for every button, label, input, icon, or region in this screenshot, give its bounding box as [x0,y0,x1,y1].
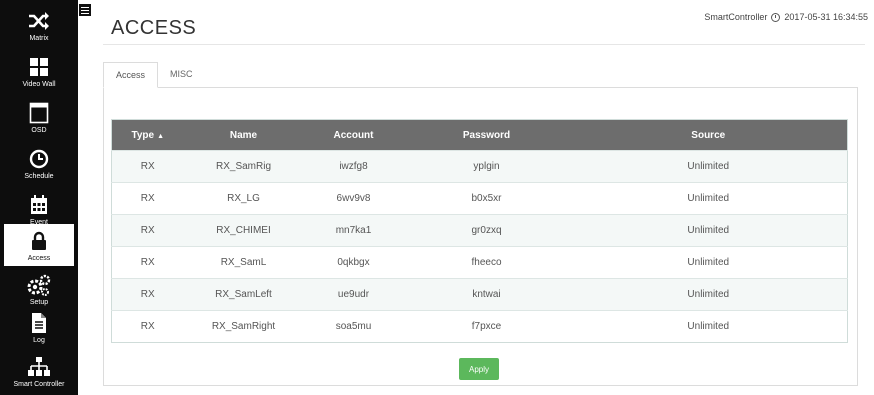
cell-password: fheeco [403,246,570,279]
gears-icon [27,273,51,297]
sidebar-item-label: Log [33,336,45,344]
sidebar-item-video-wall[interactable]: Video Wall [0,48,78,94]
divider [103,44,865,45]
cell-type: RX [111,150,184,183]
cell-account: ue9udr [303,278,404,311]
cell-name: RX_SamLeft [183,278,304,311]
cell-source: Unlimited [569,150,848,183]
sidebar-item-log[interactable]: Log [0,304,78,350]
table-row[interactable]: RX RX_SamLeft ue9udr kntwai Unlimited [111,278,848,311]
cell-password: gr0zxq [403,214,570,247]
clock-icon [27,147,51,171]
table-header-row: Type ▲ Name Account Password Source [111,119,848,151]
cell-type: RX [111,182,184,215]
clock-icon [771,12,781,22]
sidebar-item-label: Schedule [24,172,54,180]
access-table: Type ▲ Name Account Password Source RX RX… [111,119,848,343]
calendar-icon [27,193,51,217]
cell-name: RX_CHIMEI [183,214,304,247]
window-icon [27,101,51,125]
table-row[interactable]: RX RX_LG 6wv9v8 b0x5xr Unlimited [111,182,848,215]
column-header-name[interactable]: Name [183,119,304,151]
sidebar-item-label: OSD [31,126,47,134]
column-header-source[interactable]: Source [569,119,848,151]
table-row[interactable]: RX RX_SamL 0qkbgx fheeco Unlimited [111,246,848,279]
cell-account: soa5mu [303,310,404,343]
cell-source: Unlimited [569,182,848,215]
header-status: SmartController 2017-05-31 16:34:55 [704,12,868,22]
table-row[interactable]: RX RX_CHIMEI mn7ka1 gr0zxq Unlimited [111,214,848,247]
column-header-type[interactable]: Type ▲ [111,119,184,151]
cell-type: RX [111,214,184,247]
cell-name: RX_SamL [183,246,304,279]
device-name: SmartController [704,12,768,22]
cell-source: Unlimited [569,310,848,343]
cell-name: RX_SamRig [183,150,304,183]
table-row[interactable]: RX RX_SamRig iwzfg8 yplgin Unlimited [111,150,848,183]
shuffle-icon [27,9,51,33]
cell-password: b0x5xr [403,182,570,215]
sidebar-item-label: Smart Controller [13,380,65,388]
grid-icon [27,55,51,79]
cell-account: 6wv9v8 [303,182,404,215]
sitemap-icon [27,355,51,379]
cell-account: mn7ka1 [303,214,404,247]
page-title: ACCESS [111,17,197,39]
tab-bar: Access MISC [103,62,205,88]
sidebar-nav: Matrix Video Wall OSD Schedule Event Acc… [0,0,78,395]
table-row[interactable]: RX RX_SamRight soa5mu f7pxce Unlimited [111,310,848,343]
cell-password: f7pxce [403,310,570,343]
cell-password: kntwai [403,278,570,311]
sort-asc-icon: ▲ [157,132,165,140]
sidebar-item-smart-controller[interactable]: Smart Controller [0,348,78,394]
column-header-password[interactable]: Password [403,119,570,151]
cell-password: yplgin [403,150,570,183]
cell-source: Unlimited [569,246,848,279]
sidebar-item-label: Access [27,254,51,262]
sidebar-item-label: Matrix [29,34,49,42]
cell-account: 0qkbgx [303,246,404,279]
cell-type: RX [111,246,184,279]
cell-type: RX [111,310,184,343]
lock-icon [27,229,51,253]
sidebar-item-label: Video Wall [22,80,56,88]
document-icon [27,311,51,335]
tab-misc[interactable]: MISC [158,62,205,88]
tab-access[interactable]: Access [103,62,159,88]
cell-name: RX_SamRight [183,310,304,343]
cell-source: Unlimited [569,278,848,311]
sidebar-item-access[interactable]: Access [4,224,74,266]
menu-toggle-icon[interactable] [79,4,91,16]
apply-button[interactable]: Apply [459,358,499,380]
sidebar-item-osd[interactable]: OSD [0,94,78,140]
sidebar-item-matrix[interactable]: Matrix [0,2,78,48]
cell-source: Unlimited [569,214,848,247]
cell-account: iwzfg8 [303,150,404,183]
column-header-account[interactable]: Account [303,119,404,151]
cell-type: RX [111,278,184,311]
cell-name: RX_LG [183,182,304,215]
sidebar-item-schedule[interactable]: Schedule [0,140,78,186]
datetime: 2017-05-31 16:34:55 [784,12,868,22]
